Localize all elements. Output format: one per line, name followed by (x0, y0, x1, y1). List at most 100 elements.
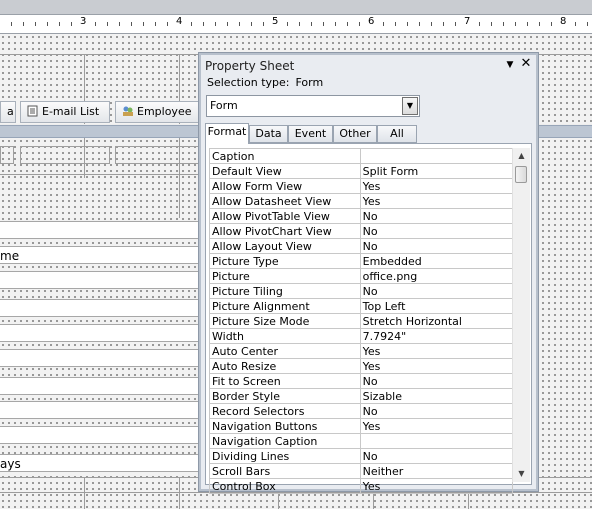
property-name: Picture (209, 268, 361, 284)
property-row[interactable]: Allow PivotChart View No (209, 223, 514, 239)
property-value[interactable] (359, 148, 514, 164)
property-name: Record Selectors (209, 403, 361, 419)
ruler-number: 7 (463, 16, 472, 27)
property-value[interactable]: Embedded (359, 253, 514, 269)
property-value[interactable]: Sizable (359, 388, 514, 404)
property-row[interactable]: Navigation Caption (209, 433, 514, 449)
property-value[interactable]: Yes (359, 193, 514, 209)
selection-type-value: Form (295, 76, 324, 89)
property-row[interactable]: Default View Split Form (209, 163, 514, 179)
property-value[interactable]: No (359, 448, 514, 464)
field-box[interactable] (0, 299, 200, 317)
selection-type: Selection type: Form (207, 76, 329, 89)
property-row[interactable]: Picture office.png (209, 268, 514, 284)
property-value[interactable]: Split Form (359, 163, 514, 179)
property-value[interactable]: Top Left (359, 298, 514, 314)
tab-other[interactable]: Other (333, 125, 377, 143)
property-name: Auto Center (209, 343, 361, 359)
tab-button-partial[interactable]: a (0, 101, 16, 123)
property-row[interactable]: Allow Datasheet View Yes (209, 193, 514, 209)
property-value[interactable]: Stretch Horizontal (359, 313, 514, 329)
chevron-down-icon[interactable]: ▼ (402, 97, 418, 115)
field-box[interactable] (0, 401, 200, 419)
control-box[interactable] (115, 146, 200, 164)
property-row[interactable]: Record Selectors No (209, 403, 514, 419)
property-name: Auto Resize (209, 358, 361, 374)
scroll-up-icon[interactable]: ▲ (513, 148, 530, 164)
property-row[interactable]: Picture Size Mode Stretch Horizontal (209, 313, 514, 329)
property-name: Width (209, 328, 361, 344)
tab-button-employee[interactable]: Employee (115, 101, 200, 123)
property-value[interactable]: Neither (359, 463, 514, 479)
property-value[interactable]: Yes (359, 178, 514, 194)
property-sheet-panel[interactable]: Property Sheet ▼ ✕ Selection type: Form F… (199, 53, 538, 494)
grid-line (0, 174, 200, 175)
property-name: Allow PivotChart View (209, 223, 361, 239)
property-row[interactable]: Dividing Lines No (209, 448, 514, 464)
email-list-icon (27, 104, 39, 117)
ruler-number: 6 (367, 16, 376, 27)
property-row[interactable]: Fit to Screen No (209, 373, 514, 389)
scroll-down-icon[interactable]: ▼ (513, 466, 530, 482)
property-row[interactable]: Allow Layout View No (209, 238, 514, 254)
selection-combo[interactable]: Form ▼ (206, 95, 420, 117)
property-value[interactable]: No (359, 208, 514, 224)
property-row[interactable]: Width 7.7924" (209, 328, 514, 344)
control-box[interactable] (20, 146, 110, 164)
property-row[interactable]: Border Style Sizable (209, 388, 514, 404)
property-row[interactable]: Auto Center Yes (209, 343, 514, 359)
tab-all[interactable]: All (377, 125, 417, 143)
property-row[interactable]: Auto Resize Yes (209, 358, 514, 374)
tab-format[interactable]: Format (205, 123, 249, 144)
property-value[interactable]: No (359, 373, 514, 389)
property-value[interactable]: Yes (359, 478, 514, 494)
property-name: Allow Layout View (209, 238, 361, 254)
field-box[interactable] (0, 349, 200, 367)
field-box[interactable] (0, 271, 200, 289)
selection-combo-value: Form (210, 99, 238, 112)
employee-icon (122, 104, 134, 116)
property-name: Picture Size Mode (209, 313, 361, 329)
dropdown-arrow-icon[interactable]: ▼ (504, 59, 516, 71)
property-row[interactable]: Allow Form View Yes (209, 178, 514, 194)
field-box[interactable]: me (0, 246, 200, 264)
property-value[interactable]: No (359, 403, 514, 419)
grid-line (84, 477, 85, 509)
scrollbar-thumb[interactable] (515, 166, 527, 183)
field-box[interactable] (0, 221, 200, 239)
tab-data[interactable]: Data (249, 125, 288, 143)
property-row[interactable]: Caption (209, 148, 514, 164)
property-grid-panel: Caption Default View Split Form Allow Form … (205, 143, 532, 494)
property-row[interactable]: Picture Type Embedded (209, 253, 514, 269)
vertical-scrollbar[interactable]: ▲ ▼ (512, 148, 530, 482)
property-value[interactable]: Yes (359, 358, 514, 374)
field-box[interactable]: ays (0, 454, 200, 472)
field-box[interactable] (0, 377, 200, 395)
horizontal-ruler: 3 4 5 6 7 8 (0, 0, 592, 34)
property-row[interactable]: Scroll Bars Neither (209, 463, 514, 479)
property-value[interactable]: office.png (359, 268, 514, 284)
property-value[interactable]: Yes (359, 343, 514, 359)
property-row[interactable]: Picture Alignment Top Left (209, 298, 514, 314)
property-row[interactable]: Control Box Yes (209, 478, 514, 494)
property-row[interactable]: Picture Tiling No (209, 283, 514, 299)
property-name: Caption (209, 148, 361, 164)
property-name: Allow PivotTable View (209, 208, 361, 224)
tab-event[interactable]: Event (288, 125, 333, 143)
control-box[interactable] (0, 146, 14, 164)
property-row[interactable]: Allow PivotTable View No (209, 208, 514, 224)
property-value[interactable]: 7.7924" (359, 328, 514, 344)
property-value[interactable]: No (359, 283, 514, 299)
field-text: me (0, 249, 20, 263)
property-row[interactable]: Navigation Buttons Yes (209, 418, 514, 434)
property-value[interactable]: No (359, 238, 514, 254)
field-box[interactable] (0, 426, 200, 444)
field-box[interactable] (0, 324, 200, 342)
property-value[interactable] (359, 433, 514, 449)
property-value[interactable]: No (359, 223, 514, 239)
property-table: Caption Default View Split Form Allow Form … (209, 148, 514, 494)
tab-button-label: a (7, 105, 14, 118)
property-value[interactable]: Yes (359, 418, 514, 434)
tab-button-email-list[interactable]: E-mail List (20, 101, 110, 123)
close-icon[interactable]: ✕ (519, 57, 533, 71)
